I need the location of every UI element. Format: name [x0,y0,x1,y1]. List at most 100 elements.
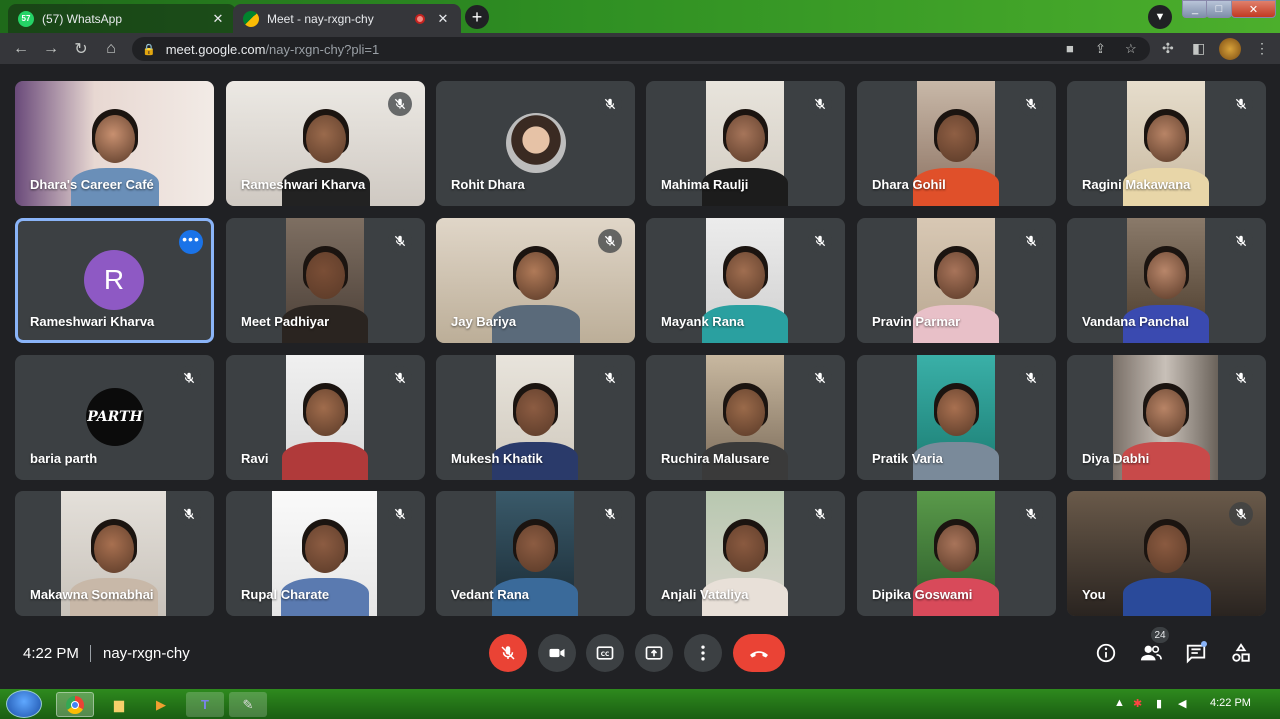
participant-name: Pravin Parmar [872,314,961,329]
extensions-icon[interactable]: ✣ [1162,40,1174,57]
participant-tile[interactable]: Rohit Dhara [436,81,635,206]
microphone-button[interactable] [489,634,527,672]
people-button[interactable] [1138,640,1164,666]
participant-tile[interactable]: Dhara Gohil [857,81,1056,206]
more-options-button[interactable] [684,634,722,672]
leave-call-button[interactable] [733,634,785,672]
participant-face [515,525,555,572]
meeting-details-button[interactable] [1093,640,1119,666]
participant-face [1146,525,1187,573]
mic-off-icon [388,92,412,116]
participant-name: Vedant Rana [451,587,530,602]
mic-off-icon [1229,366,1253,390]
participant-name: Pratik Varia [872,451,943,466]
tab-meet[interactable]: Meet - nay-rxgn-chy ✕ [233,4,461,33]
participant-tile[interactable]: Mahima Raulji [646,81,845,206]
participant-face [93,525,134,573]
side-panel-icon[interactable]: ◧ [1192,40,1205,57]
present-button[interactable] [635,634,673,672]
participant-face [1146,252,1186,299]
camera-button[interactable] [538,634,576,672]
participant-tile[interactable]: Meet Padhiyar [226,218,425,343]
participant-tile[interactable]: Mayank Rana [646,218,845,343]
svg-text:CC: CC [601,652,610,658]
participant-name: Ruchira Malusare [661,451,770,466]
participant-tile[interactable]: Rameshwari Kharva [226,81,425,206]
participant-tile[interactable]: Ruchira Malusare [646,355,845,480]
share-icon[interactable]: ⇪ [1095,41,1106,57]
signal-icon[interactable]: ▮ [1156,697,1162,710]
chat-notification-dot [1201,641,1207,647]
participant-tile[interactable]: Ragini Makawana [1067,81,1266,206]
participant-tile[interactable]: Dipika Goswami [857,491,1056,616]
network-alert-icon[interactable]: ✱ [1133,697,1142,710]
more-options-icon[interactable]: ••• [179,230,203,254]
participant-face [1146,115,1186,162]
tab-whatsapp[interactable]: 57 (57) WhatsApp ✕ [8,4,236,33]
participant-name: Makawna Somabhai [30,587,154,602]
bookmark-star-icon[interactable]: ☆ [1125,41,1137,57]
participant-body [1122,578,1211,616]
participant-name: Rohit Dhara [451,177,525,192]
home-icon[interactable]: ⌂ [96,40,126,58]
participant-tile[interactable]: Rupal Charate [226,491,425,616]
participant-face [725,389,765,436]
teams-icon[interactable]: T [186,692,224,717]
reload-icon[interactable]: ↻ [66,39,96,59]
new-tab-button[interactable]: + [465,5,489,29]
participant-tile[interactable]: Vedant Rana [436,491,635,616]
close-window-button[interactable]: ✕ [1231,0,1276,18]
whatsapp-icon: 57 [18,10,34,27]
mic-off-icon [808,502,832,526]
media-player-icon[interactable]: ▶ [142,692,180,717]
participant-tile[interactable]: Vandana Panchal [1067,218,1266,343]
participant-tile[interactable]: Ravi [226,355,425,480]
participant-tile[interactable]: Anjali Vataliya [646,491,845,616]
activities-button[interactable] [1228,640,1254,666]
windows-start-button[interactable] [6,690,42,718]
tray-expand-icon[interactable]: ▲ [1114,697,1125,709]
forward-icon[interactable]: → [36,40,66,58]
camera-icon[interactable]: ■ [1066,41,1074,56]
participant-tile[interactable]: Dhara's Career Café [15,81,214,206]
participant-name: You [1082,587,1106,602]
participant-face [94,115,135,163]
app-taskbar-icon[interactable]: ✎ [229,692,267,717]
close-tab-icon[interactable]: ✕ [435,11,451,27]
chrome-menu-icon[interactable]: ⋮ [1255,40,1269,57]
url-path: /nay-rxgn-chy?pli=1 [265,41,380,57]
participant-tile[interactable]: Makawna Somabhai [15,491,214,616]
mic-off-icon [598,229,622,253]
participant-tile[interactable]: Mukesh Khatik [436,355,635,480]
participant-tile[interactable]: Diya Dabhi [1067,355,1266,480]
mic-off-icon [177,502,201,526]
participant-grid: Dhara's Career Café Rameshwari Kharva Rohi… [0,64,1280,619]
more-vert-icon [701,645,705,661]
captions-button[interactable]: CC [586,634,624,672]
file-explorer-icon[interactable]: ▆ [100,692,138,717]
maximize-button[interactable]: □ [1206,0,1232,18]
close-tab-icon[interactable]: ✕ [210,11,226,27]
participant-name: Dipika Goswami [872,587,973,602]
participant-name: Ragini Makawana [1082,177,1191,192]
address-bar[interactable]: 🔒 meet.google.com/nay-rxgn-chy?pli=1 [132,37,1150,61]
profile-avatar[interactable] [1219,38,1241,60]
volume-icon[interactable]: ◀ [1178,697,1186,710]
participant-tile[interactable]: Pravin Parmar [857,218,1056,343]
participant-face [1145,389,1186,437]
mic-off-icon [1019,92,1043,116]
participant-tile[interactable]: R ••• Rameshwari Kharva [15,218,214,343]
participant-avatar: R [84,250,144,310]
mic-off-icon [1019,366,1043,390]
participant-tile[interactable]: Jay Bariya [436,218,635,343]
minimize-button[interactable]: _ [1182,0,1208,18]
participant-tile[interactable]: Pratik Varia [857,355,1056,480]
participant-name: Anjali Vataliya [661,587,749,602]
chrome-taskbar-icon[interactable] [56,692,94,717]
mic-off-icon [598,502,622,526]
participant-tile[interactable]: You [1067,491,1266,616]
participant-tile[interactable]: PARTH baria parth [15,355,214,480]
mic-off-icon [808,366,832,390]
back-icon[interactable]: ← [6,40,36,58]
tab-search-button[interactable]: ▼ [1148,5,1172,29]
